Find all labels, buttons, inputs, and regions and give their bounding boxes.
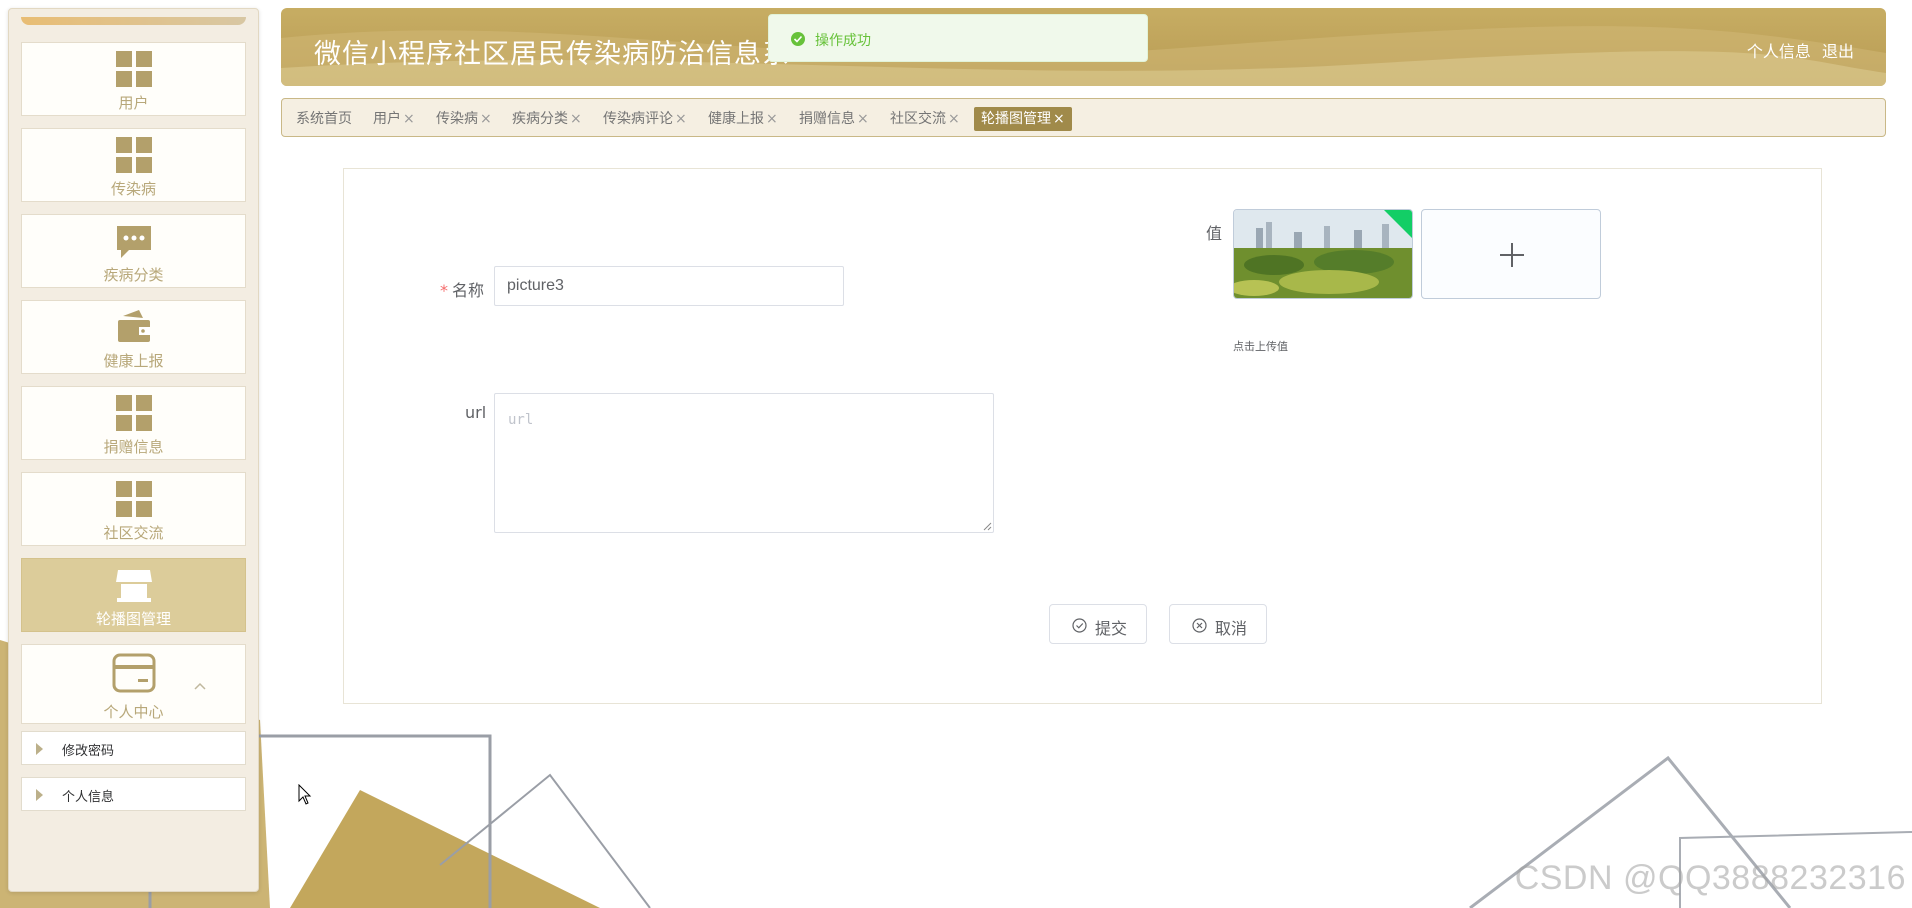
close-icon[interactable]: ×: [766, 111, 778, 127]
resize-grip-icon[interactable]: [982, 521, 992, 531]
tab-label: 系统首页: [296, 111, 352, 127]
url-placeholder: url: [508, 412, 534, 428]
tab-carousel[interactable]: 轮播图管理 ×: [974, 107, 1072, 131]
close-icon[interactable]: ×: [675, 111, 687, 127]
close-icon[interactable]: ×: [403, 111, 415, 127]
tab-label: 疾病分类: [512, 111, 568, 127]
sidebar-item-label: 传染病: [110, 180, 156, 198]
tab-community[interactable]: 社区交流 ×: [890, 107, 960, 131]
name-label: * 名称: [440, 277, 484, 301]
toast-message: 操作成功: [815, 33, 871, 49]
submit-label: 提交: [1095, 619, 1128, 638]
name-input[interactable]: picture3: [494, 266, 844, 306]
personal-info-link[interactable]: 个人信息: [1747, 42, 1811, 61]
sidebar: 用户 传染病 疾病分类 健康上报 捐赠信息 社区交流 轮播图管理 个人中心 修改…: [8, 8, 259, 892]
tab-label: 用户: [373, 111, 401, 127]
grid-icon: [115, 137, 152, 173]
watermark: CSDN @QQ3888232316: [1514, 859, 1906, 897]
success-check-icon: [791, 32, 805, 46]
required-mark: *: [440, 281, 448, 300]
tab-users[interactable]: 用户 ×: [373, 107, 415, 131]
grid-icon: [115, 395, 152, 431]
sidebar-item-community[interactable]: 社区交流: [21, 472, 246, 546]
sidebar-item-disease-category[interactable]: 疾病分类: [21, 214, 246, 288]
grid-icon: [115, 51, 152, 87]
tab-label: 社区交流: [890, 111, 946, 127]
sidebar-item-label: 轮播图管理: [95, 610, 171, 628]
cancel-button[interactable]: 取消: [1169, 604, 1267, 644]
sidebar-item-label: 个人中心: [103, 703, 164, 721]
caret-right-icon: [36, 743, 43, 755]
sidebar-item-label: 疾病分类: [103, 266, 164, 284]
name-label-text: 名称: [452, 281, 485, 300]
mouse-cursor-icon: [298, 784, 312, 805]
submenu-item-label: 个人信息: [62, 790, 115, 805]
card-icon: [112, 653, 155, 693]
sidebar-item-carousel[interactable]: 轮播图管理: [21, 558, 246, 632]
tab-bar: 系统首页 用户 × 传染病 × 疾病分类 × 传染病评论 × 健康上报 × 捐赠信息 × 社…: [281, 98, 1886, 137]
tab-disease-category[interactable]: 疾病分类 ×: [512, 107, 582, 131]
submenu-item-label: 修改密码: [62, 744, 115, 759]
sidebar-top-accent: [21, 17, 246, 25]
logout-link[interactable]: 退出: [1822, 42, 1854, 61]
submenu-item-change-password[interactable]: 修改密码: [21, 731, 246, 765]
chat-bubble-icon: [116, 226, 151, 258]
sidebar-item-label: 用户: [118, 94, 149, 112]
tab-disease-comments[interactable]: 传染病评论 ×: [603, 107, 687, 131]
sidebar-item-donation[interactable]: 捐赠信息: [21, 386, 246, 460]
tab-health-report[interactable]: 健康上报 ×: [708, 107, 778, 131]
grid-icon: [115, 481, 152, 517]
upload-tip: 点击上传值: [1233, 340, 1288, 353]
value-label: 值: [1206, 224, 1223, 243]
tab-donation[interactable]: 捐赠信息 ×: [799, 107, 869, 131]
uploaded-image-thumbnail[interactable]: [1233, 209, 1413, 299]
url-textarea[interactable]: url: [494, 393, 994, 533]
close-icon[interactable]: ×: [948, 111, 960, 127]
close-icon[interactable]: ×: [480, 111, 492, 127]
sidebar-item-label: 健康上报: [103, 352, 164, 370]
submenu-item-personal-info[interactable]: 个人信息: [21, 777, 246, 811]
close-icon[interactable]: ×: [857, 111, 869, 127]
close-circle-icon: [1192, 618, 1207, 633]
sidebar-item-users[interactable]: 用户: [21, 42, 246, 116]
sidebar-item-personal-center[interactable]: 个人中心: [21, 644, 246, 724]
success-toast: 操作成功: [768, 14, 1148, 62]
wallet-icon: [117, 310, 150, 342]
header-links: 个人信息 退出: [1741, 38, 1854, 62]
close-icon[interactable]: ×: [1053, 111, 1065, 127]
tab-label: 健康上报: [708, 111, 764, 127]
tab-infectious-disease[interactable]: 传染病 ×: [436, 107, 492, 131]
sidebar-item-label: 社区交流: [103, 524, 164, 542]
submit-button[interactable]: 提交: [1049, 604, 1147, 644]
tab-home[interactable]: 系统首页: [296, 107, 352, 131]
tab-label: 轮播图管理: [981, 111, 1051, 127]
sidebar-item-infectious-disease[interactable]: 传染病: [21, 128, 246, 202]
upload-add-button[interactable]: [1421, 209, 1601, 299]
tab-label: 传染病评论: [603, 111, 673, 127]
landscape-image: [1234, 210, 1412, 298]
chevron-up-icon: [194, 682, 206, 690]
close-icon[interactable]: ×: [570, 111, 582, 127]
tab-label: 捐赠信息: [799, 111, 855, 127]
check-circle-icon: [1072, 618, 1087, 633]
app-title: 微信小程序社区居民传染病防治信息系: [314, 39, 790, 70]
url-label: url: [465, 403, 487, 422]
plus-icon: [1500, 243, 1524, 267]
storefront-icon: [115, 570, 152, 602]
caret-right-icon: [36, 789, 43, 801]
sidebar-item-health-report[interactable]: 健康上报: [21, 300, 246, 374]
tab-label: 传染病: [436, 111, 478, 127]
cancel-label: 取消: [1215, 619, 1248, 638]
sidebar-item-label: 捐赠信息: [103, 438, 164, 456]
